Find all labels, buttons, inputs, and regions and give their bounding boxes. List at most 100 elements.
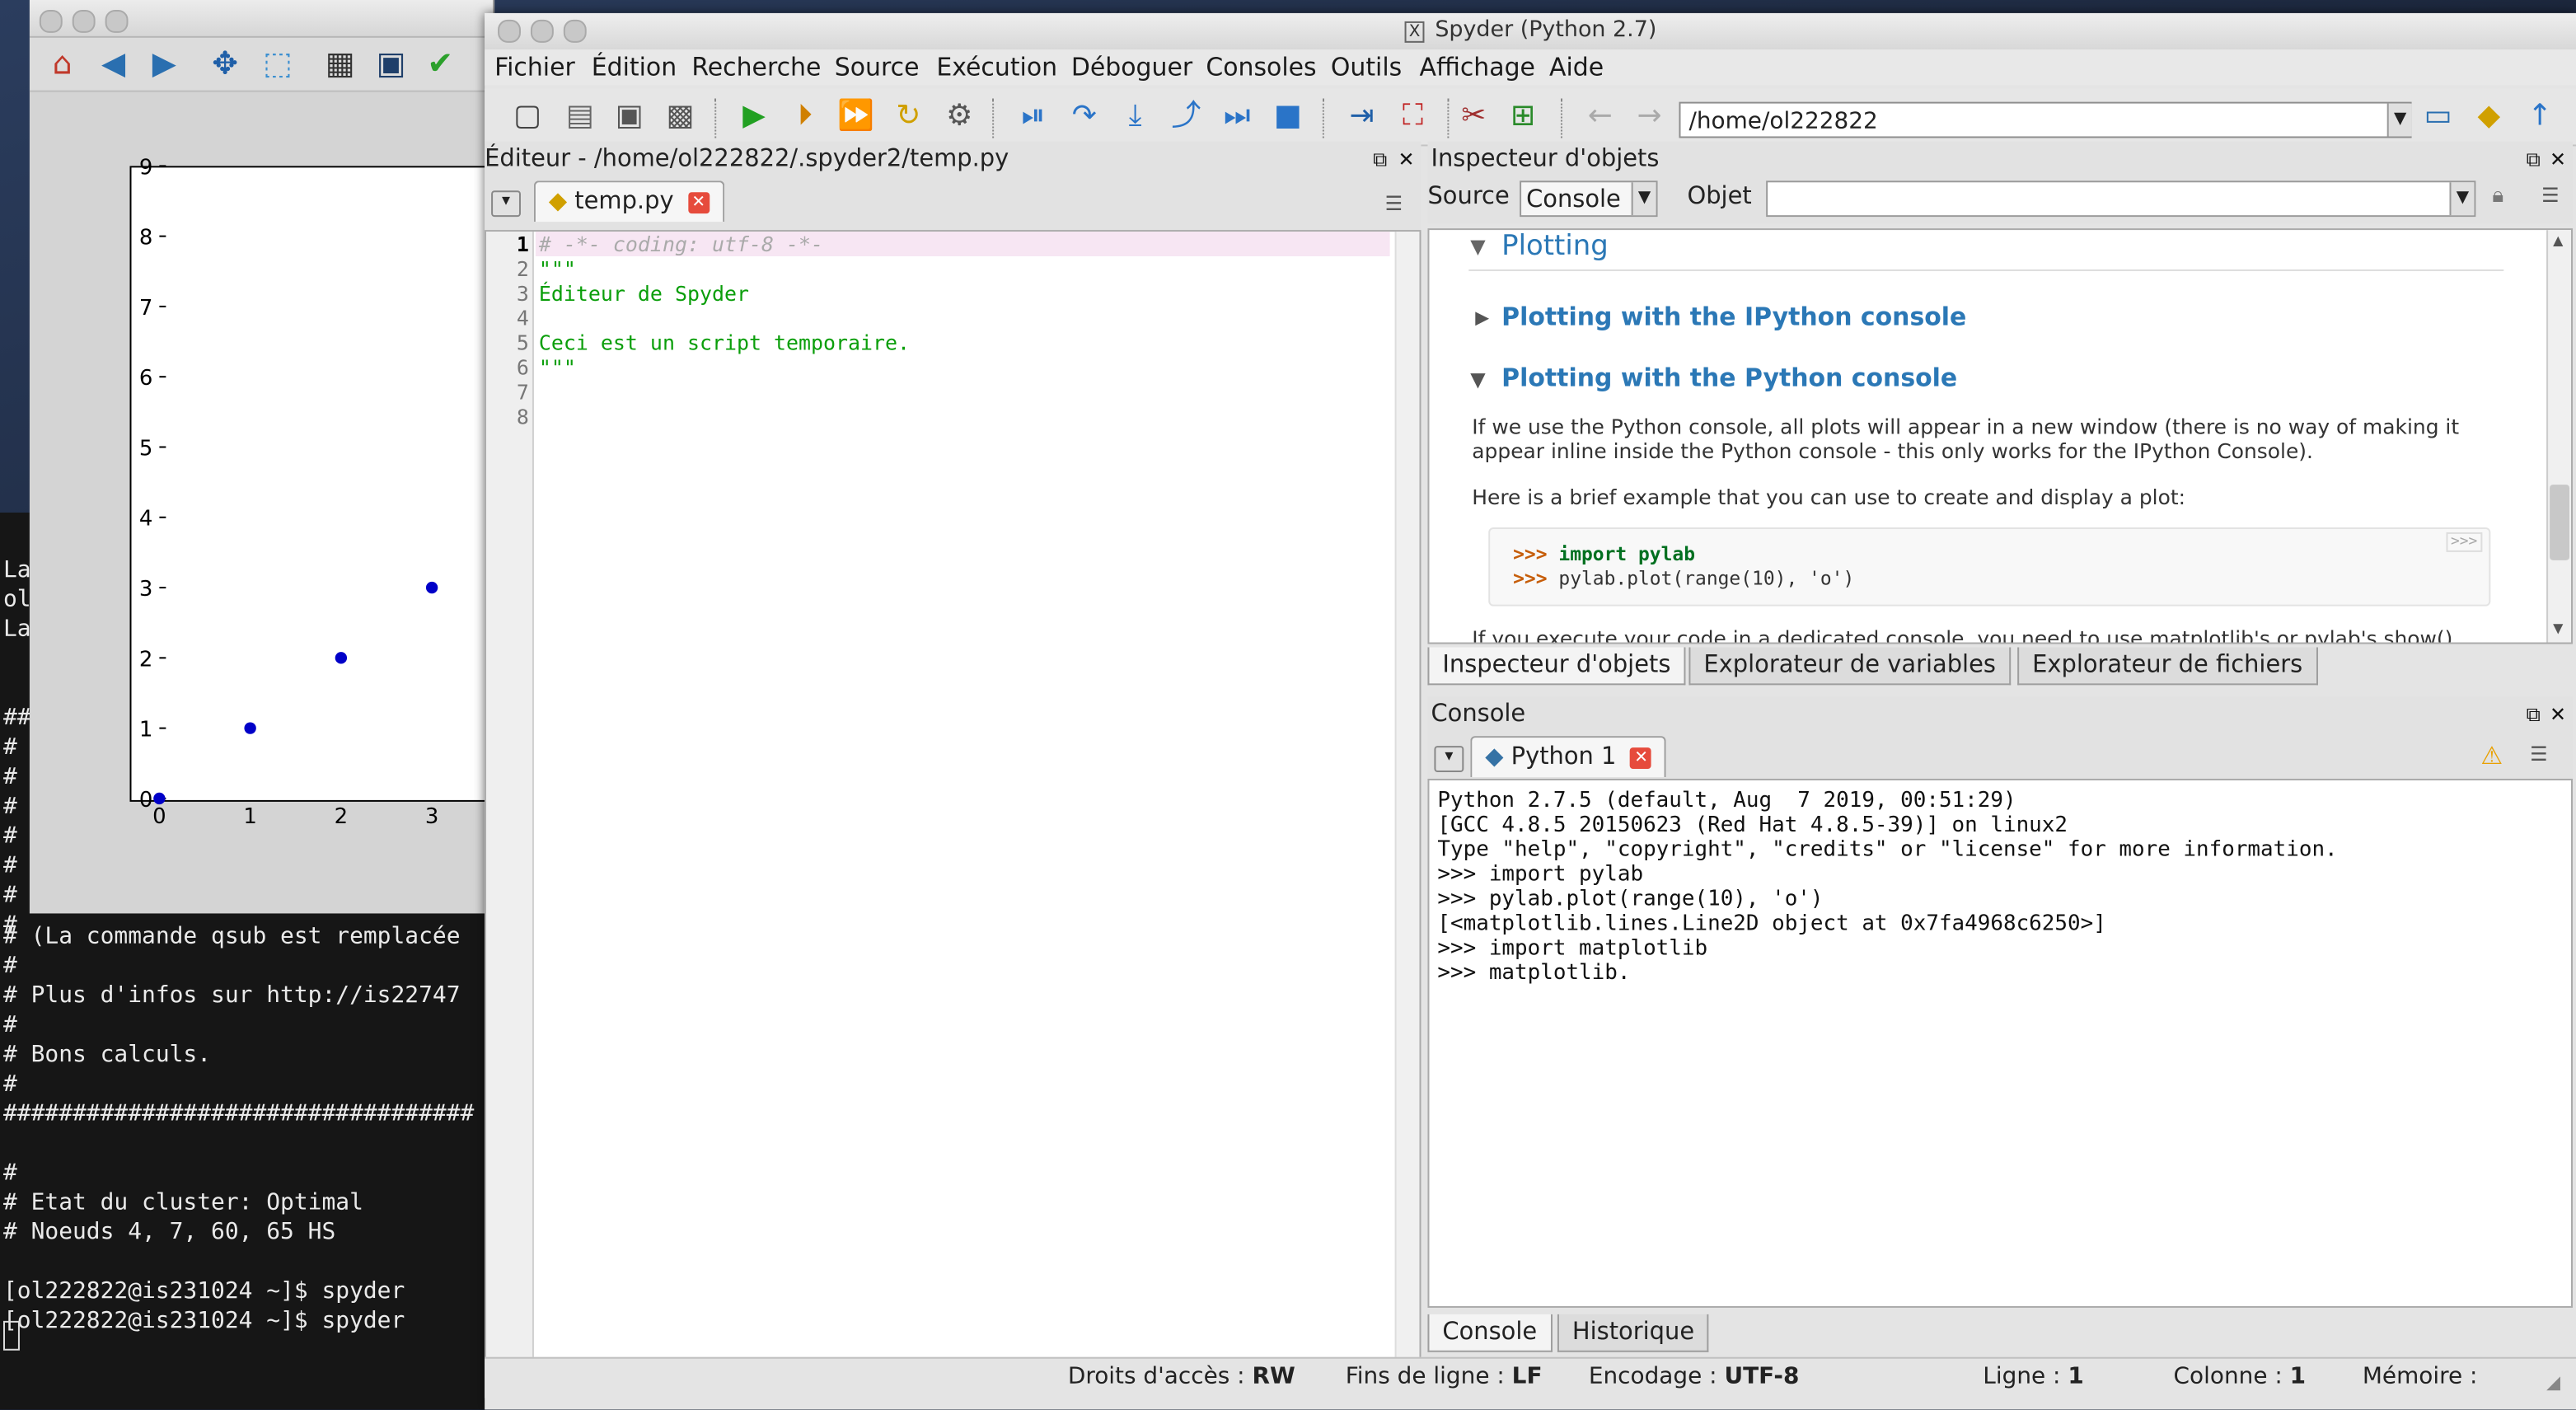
close-icon[interactable]: ✕ (2546, 703, 2569, 726)
line-number: 6 (516, 354, 529, 380)
close-tab-icon[interactable]: ✕ (687, 191, 710, 213)
python-icon[interactable]: ◆ (2469, 97, 2508, 137)
inspector-tab-1[interactable]: Explorateur de variables (1688, 647, 2011, 686)
terminal-line: # Noeuds 4, 7, 60, 65 HS (2, 1219, 336, 1246)
help-scrollbar[interactable]: ▲ ▼ (2546, 230, 2572, 643)
new-file-icon[interactable]: ▢ (508, 97, 547, 137)
code-line: """ (538, 256, 576, 281)
menu-item-2[interactable]: Recherche (691, 53, 821, 82)
menu-item-3[interactable]: Source (835, 53, 920, 82)
inspector-tab-2[interactable]: Explorateur de fichiers (2017, 647, 2318, 686)
scroll-up-icon[interactable]: ▲ (2553, 233, 2563, 248)
fullscreen-icon[interactable]: ⛶ (1393, 97, 1433, 137)
console-tab-label: Python 1 (1510, 744, 1617, 771)
debug-icon[interactable]: ⏯ (1014, 97, 1053, 137)
status-eol-label: Fins de ligne : (1345, 1363, 1505, 1390)
warning-icon[interactable]: ⚠ (2480, 741, 2503, 771)
continue-icon[interactable]: ⏭ (1217, 97, 1257, 137)
chevron-down-icon[interactable]: ▼ (2386, 103, 2412, 137)
resize-grip-icon[interactable]: ◢ (2546, 1372, 2560, 1394)
scroll-down-icon[interactable]: ▼ (2553, 621, 2563, 636)
data-point (425, 581, 438, 594)
menu-item-5[interactable]: Déboguer (1071, 53, 1192, 82)
undock-icon[interactable]: ⧉ (1369, 148, 1392, 171)
preferences-icon[interactable]: ✂ (1454, 97, 1493, 137)
menu-item-9[interactable]: Aide (1549, 53, 1604, 82)
pythonpath-icon[interactable]: ⇥ (1342, 97, 1382, 137)
main-toolbar: ▢ ▤ ▣ ▩ ▶ ⏵ ⏩ ↻ ⚙ ⏯ ↷ ⤓ ⤴ ⏭ ■ ⇥ ⛶ ✂ ⊞ ← … (485, 88, 2576, 147)
menu-item-4[interactable]: Exécution (936, 53, 1057, 82)
python-console[interactable]: Python 2.7.5 (default, Aug 7 2019, 00:51… (1427, 778, 2574, 1308)
stop-debug-icon[interactable]: ■ (1268, 97, 1308, 137)
close-icon[interactable]: ✕ (1395, 148, 1418, 171)
console-bottom-tab-0[interactable]: Console (1427, 1314, 1553, 1352)
rerun-icon[interactable]: ↻ (889, 97, 929, 137)
collapse-triangle-icon[interactable]: ▼ (1470, 235, 1485, 258)
forward-arrow-icon[interactable]: → (1630, 97, 1670, 137)
add-path-icon[interactable]: ⊞ (1503, 97, 1543, 137)
menu-item-8[interactable]: Affichage (1419, 53, 1534, 82)
browse-tabs-icon[interactable]: ▾ (1434, 746, 1464, 773)
editor-scrollbar[interactable] (1394, 232, 1420, 1359)
working-directory-input[interactable]: /home/ol222822 (1679, 101, 2412, 138)
inspector-tab-0[interactable]: Inspecteur d'objets (1427, 647, 1686, 686)
run-cell-advance-icon[interactable]: ⏩ (836, 97, 876, 137)
undock-icon[interactable]: ⧉ (2522, 148, 2545, 171)
console-bottom-tab-1[interactable]: Historique (1557, 1314, 1710, 1352)
browse-tabs-icon[interactable]: ▾ (491, 190, 521, 218)
options-icon[interactable]: ☰ (1385, 192, 1412, 215)
menu-item-6[interactable]: Consoles (1206, 53, 1316, 82)
python-file-icon: ◆ (548, 189, 568, 216)
console-line: >>> pylab.plot(range(10), 'o') (1437, 887, 1824, 912)
status-column-value: 1 (2289, 1363, 2307, 1390)
code-editor[interactable]: 12345678 # -*- coding: utf-8 -*- """ Édite… (485, 230, 1421, 1364)
close-tab-icon[interactable]: ✕ (1630, 747, 1652, 769)
copy-code-button[interactable]: >>> (2445, 532, 2483, 552)
console-tab-python1[interactable]: ◆ Python 1 ✕ (1470, 736, 1667, 777)
editor-tab-temp[interactable]: ◆ temp.py ✕ (533, 180, 724, 223)
back-arrow-icon[interactable]: ← (1581, 97, 1620, 137)
doc-section-heading: Plotting (1501, 230, 1609, 263)
source-label: Source (1427, 184, 1510, 211)
menu-item-7[interactable]: Outils (1331, 53, 1402, 82)
close-icon[interactable]: ✕ (2546, 148, 2569, 171)
rich-text-help[interactable]: ▼ Plotting ▶ Plotting with the IPython c… (1427, 228, 2574, 644)
scroll-thumb[interactable] (2550, 485, 2570, 560)
console-line: >>> matplotlib. (1437, 961, 1631, 986)
line-number: 3 (516, 280, 529, 306)
run-cell-icon[interactable]: ⏵ (785, 97, 825, 137)
save-all-icon[interactable]: ▩ (660, 97, 700, 137)
options-icon[interactable]: ☰ (2541, 184, 2568, 210)
browse-directory-icon[interactable]: ▭ (2419, 97, 2458, 137)
step-icon[interactable]: ↷ (1065, 97, 1104, 137)
expand-triangle-icon[interactable]: ▶ (1475, 307, 1489, 329)
menu-item-1[interactable]: Édition (592, 53, 677, 82)
collapse-triangle-icon[interactable]: ▼ (1470, 368, 1485, 391)
x-tick-label: 0 (152, 804, 166, 829)
menu-item-0[interactable]: Fichier (494, 53, 575, 82)
source-select-value: Console (1526, 187, 1621, 214)
x-tick-label: 1 (243, 804, 256, 829)
step-return-icon[interactable]: ⤴ (1166, 97, 1206, 137)
undock-icon[interactable]: ⧉ (2522, 703, 2545, 726)
save-icon[interactable]: ▣ (610, 97, 649, 137)
object-input[interactable]: ▼ (1766, 180, 2476, 218)
scatter-plot: 9 8 7 6 5 4 3 2 1 00 1 2 3 (139, 155, 438, 829)
doc-subheading-python[interactable]: Plotting with the Python console (1501, 363, 1957, 393)
step-into-icon[interactable]: ⤓ (1116, 97, 1155, 137)
source-select[interactable]: Console ▼ (1520, 180, 1658, 218)
status-line-value: 1 (2068, 1363, 2084, 1390)
chevron-down-icon[interactable]: ▼ (2449, 182, 2475, 216)
run-icon[interactable]: ▶ (734, 97, 774, 137)
doc-paragraph-1: If we use the Python console, all plots … (1472, 414, 2460, 464)
parent-directory-icon[interactable]: ↑ (2520, 97, 2560, 137)
doc-subheading-ipython[interactable]: Plotting with the IPython console (1501, 302, 1966, 332)
open-file-icon[interactable]: ▤ (560, 97, 600, 137)
run-config-icon[interactable]: ⚙ (939, 97, 979, 137)
lock-icon[interactable]: 🔒︎ (2492, 184, 2518, 210)
window-title-row: X Spyder (Python 2.7) (485, 16, 2576, 43)
terminal-line: [ol222822@is231024 ~]$ spyder (2, 1278, 405, 1305)
options-icon[interactable]: ☰ (2530, 742, 2547, 766)
window-title: Spyder (Python 2.7) (1435, 16, 1657, 43)
status-eol: Fins de ligne : LF (1346, 1364, 1543, 1390)
